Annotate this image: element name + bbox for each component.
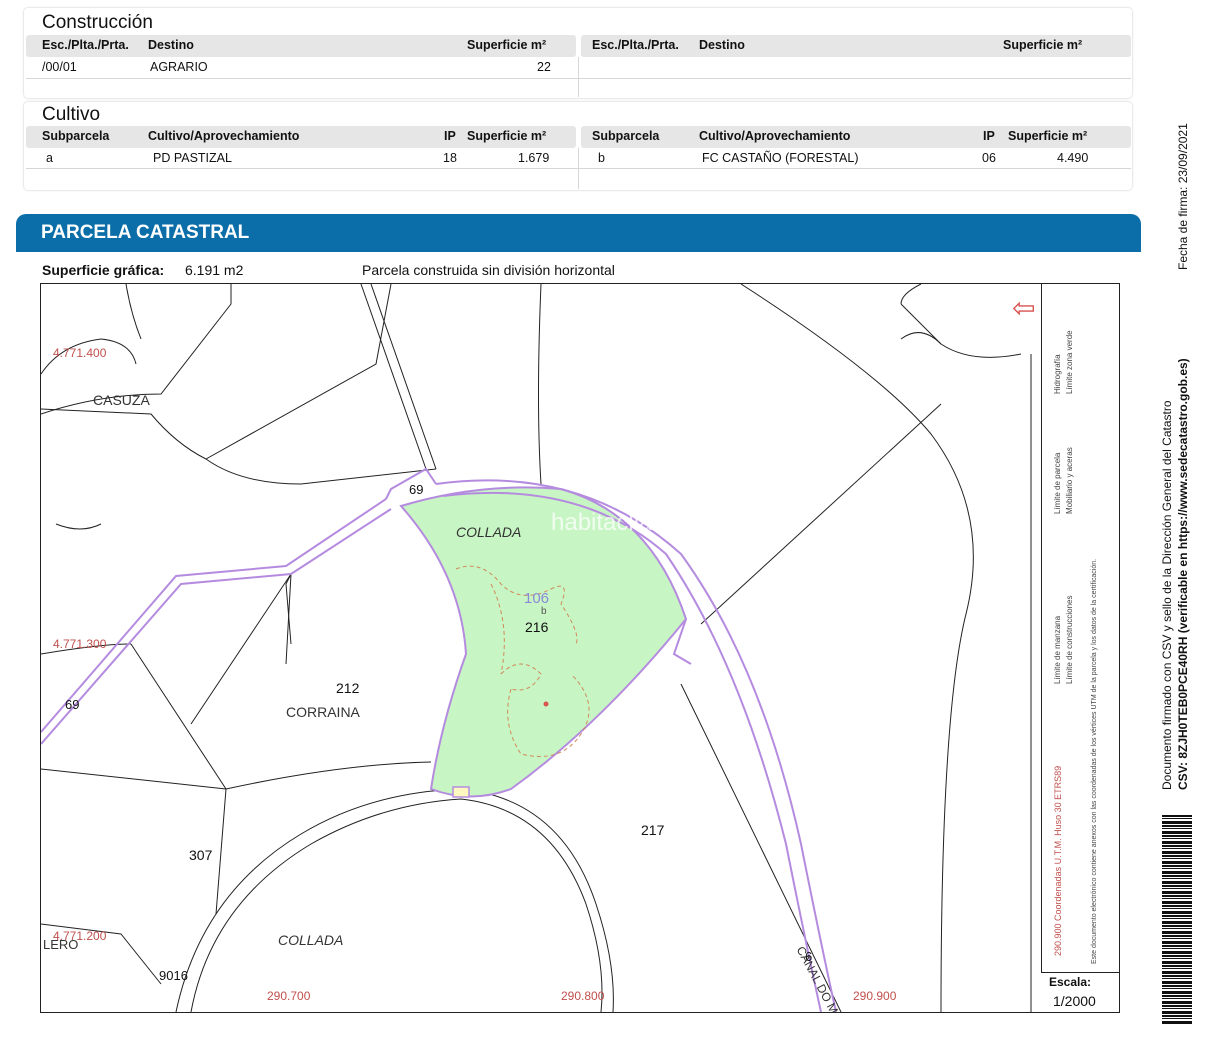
subparcel-b-label: b — [541, 606, 547, 617]
sidebar-signature: Documento firmado con CSV y sello de la … — [1160, 400, 1174, 790]
coord-x-3: 290.900 — [853, 989, 897, 1003]
construccion-title: Construcción — [42, 12, 153, 33]
legend-item-construcciones: Límite de construcciones — [1065, 595, 1074, 685]
coord-y-2: 4.771.300 — [53, 637, 107, 651]
label-collada-top: COLLADA — [456, 524, 522, 540]
escala-value: 1/2000 — [1053, 993, 1096, 1009]
watermark: habitaclia — [551, 509, 653, 536]
cultivo-col-divider — [578, 148, 579, 189]
col-header-esc: Esc./Plta./Prta. — [42, 38, 129, 52]
col-header-esc-2: Esc./Plta./Prta. — [592, 38, 679, 52]
col-header-superficie-2: Superficie m² — [1003, 38, 1083, 52]
map-svg — [41, 284, 1032, 1012]
coord-x-2: 290.800 — [561, 989, 605, 1003]
sidebar-fecha: Fecha de firma: 23/09/2021 — [1176, 123, 1190, 270]
cultivo-ip-b: 06 — [982, 151, 996, 165]
escala-box: Escala: 1/2000 — [1041, 972, 1119, 1012]
legend-item-hidrografia: Hidrografía — [1053, 354, 1062, 394]
legend-disclaimer: Este documento electrónico contiene anex… — [1091, 558, 1098, 964]
label-casuza: CASUZA — [93, 392, 150, 408]
superficie-value: 6.191 m2 — [185, 262, 244, 278]
cultivo-superficie-a: 1.679 — [518, 151, 550, 165]
col-header-superficie-c: Superficie m² — [467, 129, 547, 143]
parcel-number-212: 212 — [336, 680, 360, 696]
barcode — [1162, 815, 1192, 1025]
legend-item-manzana: Límite de manzana — [1053, 615, 1062, 684]
parcel-number-9016: 9016 — [159, 968, 188, 983]
col-header-superficie-c2: Superficie m² — [1008, 129, 1088, 143]
label-collada-bottom: COLLADA — [278, 932, 344, 948]
cadastral-map: 4.771.400 4.771.300 4.771.200 290.700 29… — [40, 283, 1120, 1013]
cultivo-name-b: FC CASTAÑO (FORESTAL) — [702, 151, 859, 165]
col-header-destino-2: Destino — [699, 38, 745, 52]
sidebar-csv: CSV: 8ZJH0TEB0PCE40RH (verificable en ht… — [1176, 358, 1190, 790]
col-header-destino: Destino — [148, 38, 194, 52]
escala-label: Escala: — [1049, 975, 1092, 989]
cultivo-name-a: PD PASTIZAL — [153, 151, 232, 165]
legend-item-zona-verde: Límite zona verde — [1065, 330, 1074, 394]
construccion-col-divider — [578, 57, 579, 97]
cultivo-sub-b: b — [598, 151, 605, 165]
col-header-superficie: Superficie m² — [467, 38, 547, 52]
col-header-subparcela-2: Subparcela — [592, 129, 660, 143]
legend-item-mobiliario: Mobiliario y aceras — [1065, 447, 1074, 514]
superficie-label: Superficie gráfica: — [42, 262, 165, 278]
parcel-number-216: 216 — [525, 619, 549, 635]
col-header-ip: IP — [444, 129, 456, 143]
parcel-number-307: 307 — [189, 847, 213, 863]
col-header-ip-2: IP — [983, 129, 995, 143]
parcela-banner: PARCELA CATASTRAL — [16, 214, 1141, 252]
cultivo-ip-a: 18 — [443, 151, 457, 165]
col-header-cultivo: Cultivo/Aprovechamiento — [148, 129, 300, 143]
label-lero: LERO — [43, 937, 79, 952]
parcel-number-69-left: 69 — [65, 697, 80, 712]
construccion-destino-cell: AGRARIO — [150, 60, 208, 74]
cultivo-title: Cultivo — [42, 104, 101, 125]
coord-y-1: 4.771.400 — [53, 346, 107, 360]
coord-x-1: 290.700 — [267, 989, 311, 1003]
legend-item-parcela: Límite de parcela — [1053, 452, 1062, 514]
parcel-number-6-right: 6 — [805, 949, 813, 964]
col-header-cultivo-2: Cultivo/Aprovechamiento — [699, 129, 851, 143]
parcela-descripcion: Parcela construida sin división horizont… — [362, 262, 615, 278]
col-header-subparcela: Subparcela — [42, 129, 110, 143]
parcel-number-106: 106 — [524, 590, 550, 607]
construccion-esc-cell: /00/01 — [42, 60, 77, 74]
label-corraina: CORRAINA — [286, 704, 360, 720]
legend-note: 290.900 Coordenadas U.T.M. Huso 30 ETRS8… — [1053, 765, 1063, 956]
north-arrow-icon: ⇧ — [1009, 296, 1041, 321]
construction-square — [452, 786, 470, 798]
cultivo-sub-a: a — [46, 151, 53, 165]
parcel-centroid — [543, 701, 549, 707]
parcel-number-217: 217 — [641, 822, 665, 838]
construccion-superficie-cell: 22 — [537, 60, 551, 74]
parcela-title: PARCELA CATASTRAL — [41, 222, 250, 243]
cultivo-superficie-b: 4.490 — [1057, 151, 1089, 165]
parcel-number-69-top: 69 — [409, 482, 424, 497]
